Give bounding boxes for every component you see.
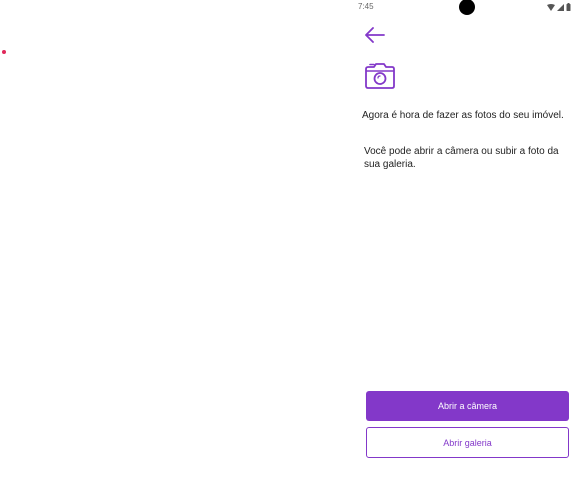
app-stage: 7:45 Agora é hora de fazer as fotos do s… <box>0 0 583 490</box>
page-headline: Agora é hora de fazer as fotos do seu im… <box>362 110 564 121</box>
status-icons <box>547 3 571 11</box>
back-button[interactable] <box>364 26 386 48</box>
status-time: 7:45 <box>358 2 374 11</box>
signal-icon <box>557 3 564 11</box>
open-camera-button[interactable]: Abrir a câmera <box>366 391 569 421</box>
status-bar: 7:45 <box>352 0 583 15</box>
wifi-icon <box>547 3 555 11</box>
camera-notch <box>459 0 475 15</box>
phone-screen: 7:45 Agora é hora de fazer as fotos do s… <box>352 0 583 490</box>
red-dot-marker <box>2 50 6 54</box>
arrow-left-icon <box>365 26 385 48</box>
camera-icon <box>365 61 395 89</box>
instruction-text: Você pode abrir a câmera ou subir a foto… <box>364 146 559 170</box>
battery-icon <box>566 3 571 11</box>
open-gallery-button[interactable]: Abrir galeria <box>366 427 569 458</box>
